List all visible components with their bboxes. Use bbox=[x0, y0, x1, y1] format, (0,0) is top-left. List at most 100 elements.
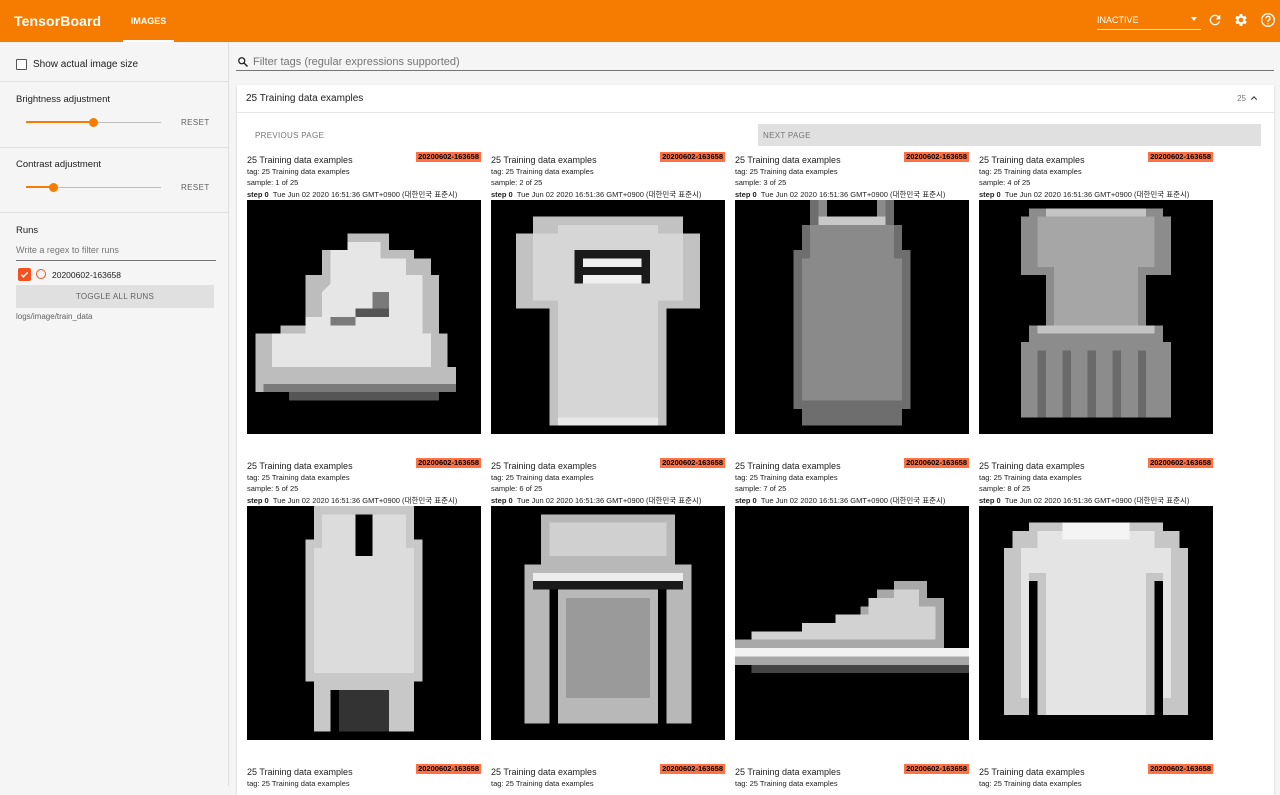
tag-card-count: 25 bbox=[1237, 94, 1246, 103]
step-label: step 0 bbox=[979, 496, 1001, 505]
brightness-reset-button[interactable]: RESET bbox=[181, 118, 210, 127]
ankle-boot-icon bbox=[255, 233, 456, 401]
run-badge: 20200602-163658 bbox=[904, 764, 969, 774]
step-time: Tue Jun 02 2020 16:51:36 GMT+0900 (대한민국 … bbox=[1004, 190, 1190, 199]
image-title: 25 Training data examples bbox=[491, 767, 597, 777]
overall-icon bbox=[305, 506, 423, 732]
step-time: Tue Jun 02 2020 16:51:36 GMT+0900 (대한민국 … bbox=[516, 190, 702, 199]
show-actual-size-section: Show actual image size bbox=[0, 42, 229, 82]
image-step: step 0 Tue Jun 02 2020 16:51:36 GMT+0900… bbox=[491, 495, 701, 506]
step-label: step 0 bbox=[979, 190, 1001, 199]
step-time: Tue Jun 02 2020 16:51:36 GMT+0900 (대한민국 … bbox=[760, 496, 946, 505]
image-view[interactable] bbox=[735, 200, 969, 434]
chevron-down-icon bbox=[1191, 17, 1197, 21]
tag-filter-placeholder: Filter tags (regular expressions support… bbox=[253, 56, 460, 68]
run-badge: 20200602-163658 bbox=[660, 152, 725, 162]
image-view[interactable] bbox=[979, 506, 1213, 740]
step-time: Tue Jun 02 2020 16:51:36 GMT+0900 (대한민국 … bbox=[516, 496, 702, 505]
pullover-icon bbox=[524, 514, 692, 724]
image-title: 25 Training data examples bbox=[491, 155, 597, 165]
contrast-slider-thumb[interactable] bbox=[49, 182, 58, 192]
image-sample: sample: 6 of 25 bbox=[491, 484, 543, 493]
image-view[interactable] bbox=[735, 506, 969, 740]
refresh-icon[interactable] bbox=[1207, 12, 1223, 28]
image-view[interactable] bbox=[491, 200, 725, 434]
run-badge: 20200602-163658 bbox=[1148, 458, 1213, 468]
image-step: step 0 Tue Jun 02 2020 16:51:36 GMT+0900… bbox=[247, 189, 457, 200]
contrast-reset-button[interactable]: RESET bbox=[181, 183, 210, 192]
image-title: 25 Training data examples bbox=[735, 767, 841, 777]
image-step: step 0 Tue Jun 02 2020 16:51:36 GMT+0900… bbox=[979, 495, 1189, 506]
reload-status-select[interactable]: INACTIVE bbox=[1097, 10, 1201, 30]
brightness-section: Brightness adjustment RESET bbox=[0, 82, 229, 148]
show-actual-size-label: Show actual image size bbox=[33, 59, 139, 70]
image-step: step 0 Tue Jun 02 2020 16:51:36 GMT+0900… bbox=[491, 189, 701, 200]
run-badge: 20200602-163658 bbox=[1148, 152, 1213, 162]
tag-card-header[interactable]: 25 Training data examples 25 bbox=[237, 85, 1274, 113]
image-view[interactable] bbox=[247, 506, 481, 740]
dress-icon bbox=[1020, 208, 1172, 418]
run-filter-input[interactable]: Write a regex to filter runs bbox=[16, 242, 216, 261]
contrast-label: Contrast adjustment bbox=[16, 159, 102, 170]
image-title: 25 Training data examples bbox=[979, 767, 1085, 777]
image-title: 25 Training data examples bbox=[735, 461, 841, 471]
brightness-slider-fill bbox=[26, 121, 93, 123]
tag-filter-input[interactable]: Filter tags (regular expressions support… bbox=[236, 52, 1274, 71]
tag-card: 25 Training data examples 25 PREVIOUS PA… bbox=[237, 85, 1274, 795]
image-step: step 0 Tue Jun 02 2020 16:51:36 GMT+0900… bbox=[735, 495, 945, 506]
run-badge: 20200602-163658 bbox=[660, 458, 725, 468]
tank-top-icon bbox=[793, 200, 911, 426]
step-time: Tue Jun 02 2020 16:51:36 GMT+0900 (대한민국 … bbox=[272, 496, 458, 505]
step-label: step 0 bbox=[491, 190, 513, 199]
image-title: 25 Training data examples bbox=[247, 461, 353, 471]
tab-images[interactable]: IMAGES bbox=[123, 0, 174, 42]
image-title: 25 Training data examples bbox=[247, 767, 353, 777]
sidebar: Show actual image size Brightness adjust… bbox=[0, 42, 229, 786]
image-title: 25 Training data examples bbox=[979, 461, 1085, 471]
image-step: step 0 Tue Jun 02 2020 16:51:36 GMT+0900… bbox=[247, 495, 457, 506]
image-view[interactable] bbox=[491, 506, 725, 740]
step-time: Tue Jun 02 2020 16:51:36 GMT+0900 (대한민국 … bbox=[272, 190, 458, 199]
next-page-button[interactable]: NEXT PAGE bbox=[758, 124, 1261, 146]
image-view[interactable] bbox=[979, 200, 1213, 434]
reload-status-value: INACTIVE bbox=[1097, 14, 1139, 25]
image-tag: tag: 25 Training data examples bbox=[247, 779, 350, 788]
show-actual-size-checkbox[interactable] bbox=[16, 59, 27, 70]
sneaker-icon bbox=[735, 581, 969, 674]
image-view[interactable] bbox=[247, 200, 481, 434]
brightness-label: Brightness adjustment bbox=[16, 94, 110, 105]
image-sample: sample: 8 of 25 bbox=[979, 484, 1031, 493]
run-badge: 20200602-163658 bbox=[416, 152, 481, 162]
step-time: Tue Jun 02 2020 16:51:36 GMT+0900 (대한민국 … bbox=[760, 190, 946, 199]
contrast-section: Contrast adjustment RESET bbox=[0, 148, 229, 213]
tshirt-icon bbox=[516, 216, 700, 426]
gear-icon[interactable] bbox=[1233, 12, 1249, 28]
tag-card-title: 25 Training data examples bbox=[246, 93, 364, 104]
image-sample: sample: 5 of 25 bbox=[247, 484, 299, 493]
check-icon bbox=[20, 271, 29, 278]
image-title: 25 Training data examples bbox=[247, 155, 353, 165]
app-title: TensorBoard bbox=[14, 13, 102, 29]
image-tag: tag: 25 Training data examples bbox=[491, 473, 594, 482]
logdir-label: logs/image/train_data bbox=[16, 312, 93, 321]
image-step: step 0 Tue Jun 02 2020 16:51:36 GMT+0900… bbox=[979, 189, 1189, 200]
image-tag: tag: 25 Training data examples bbox=[491, 167, 594, 176]
image-title: 25 Training data examples bbox=[735, 155, 841, 165]
chevron-up-icon[interactable] bbox=[1250, 94, 1258, 102]
step-label: step 0 bbox=[247, 496, 269, 505]
image-sample: sample: 4 of 25 bbox=[979, 178, 1031, 187]
toggle-all-runs-button[interactable]: TOGGLE ALL RUNS bbox=[16, 285, 214, 308]
brightness-slider-thumb[interactable] bbox=[89, 117, 98, 127]
previous-page-button[interactable]: PREVIOUS PAGE bbox=[255, 131, 324, 140]
step-label: step 0 bbox=[735, 496, 757, 505]
step-label: step 0 bbox=[491, 496, 513, 505]
image-tag: tag: 25 Training data examples bbox=[247, 473, 350, 482]
image-sample: sample: 3 of 25 bbox=[735, 178, 787, 187]
image-tag: tag: 25 Training data examples bbox=[735, 779, 838, 788]
run-name: 20200602-163658 bbox=[52, 270, 122, 280]
image-sample: sample: 1 of 25 bbox=[247, 178, 299, 187]
image-title: 25 Training data examples bbox=[491, 461, 597, 471]
run-checkbox[interactable] bbox=[18, 268, 31, 281]
run-color-icon[interactable] bbox=[36, 269, 46, 279]
help-icon[interactable] bbox=[1260, 12, 1276, 28]
